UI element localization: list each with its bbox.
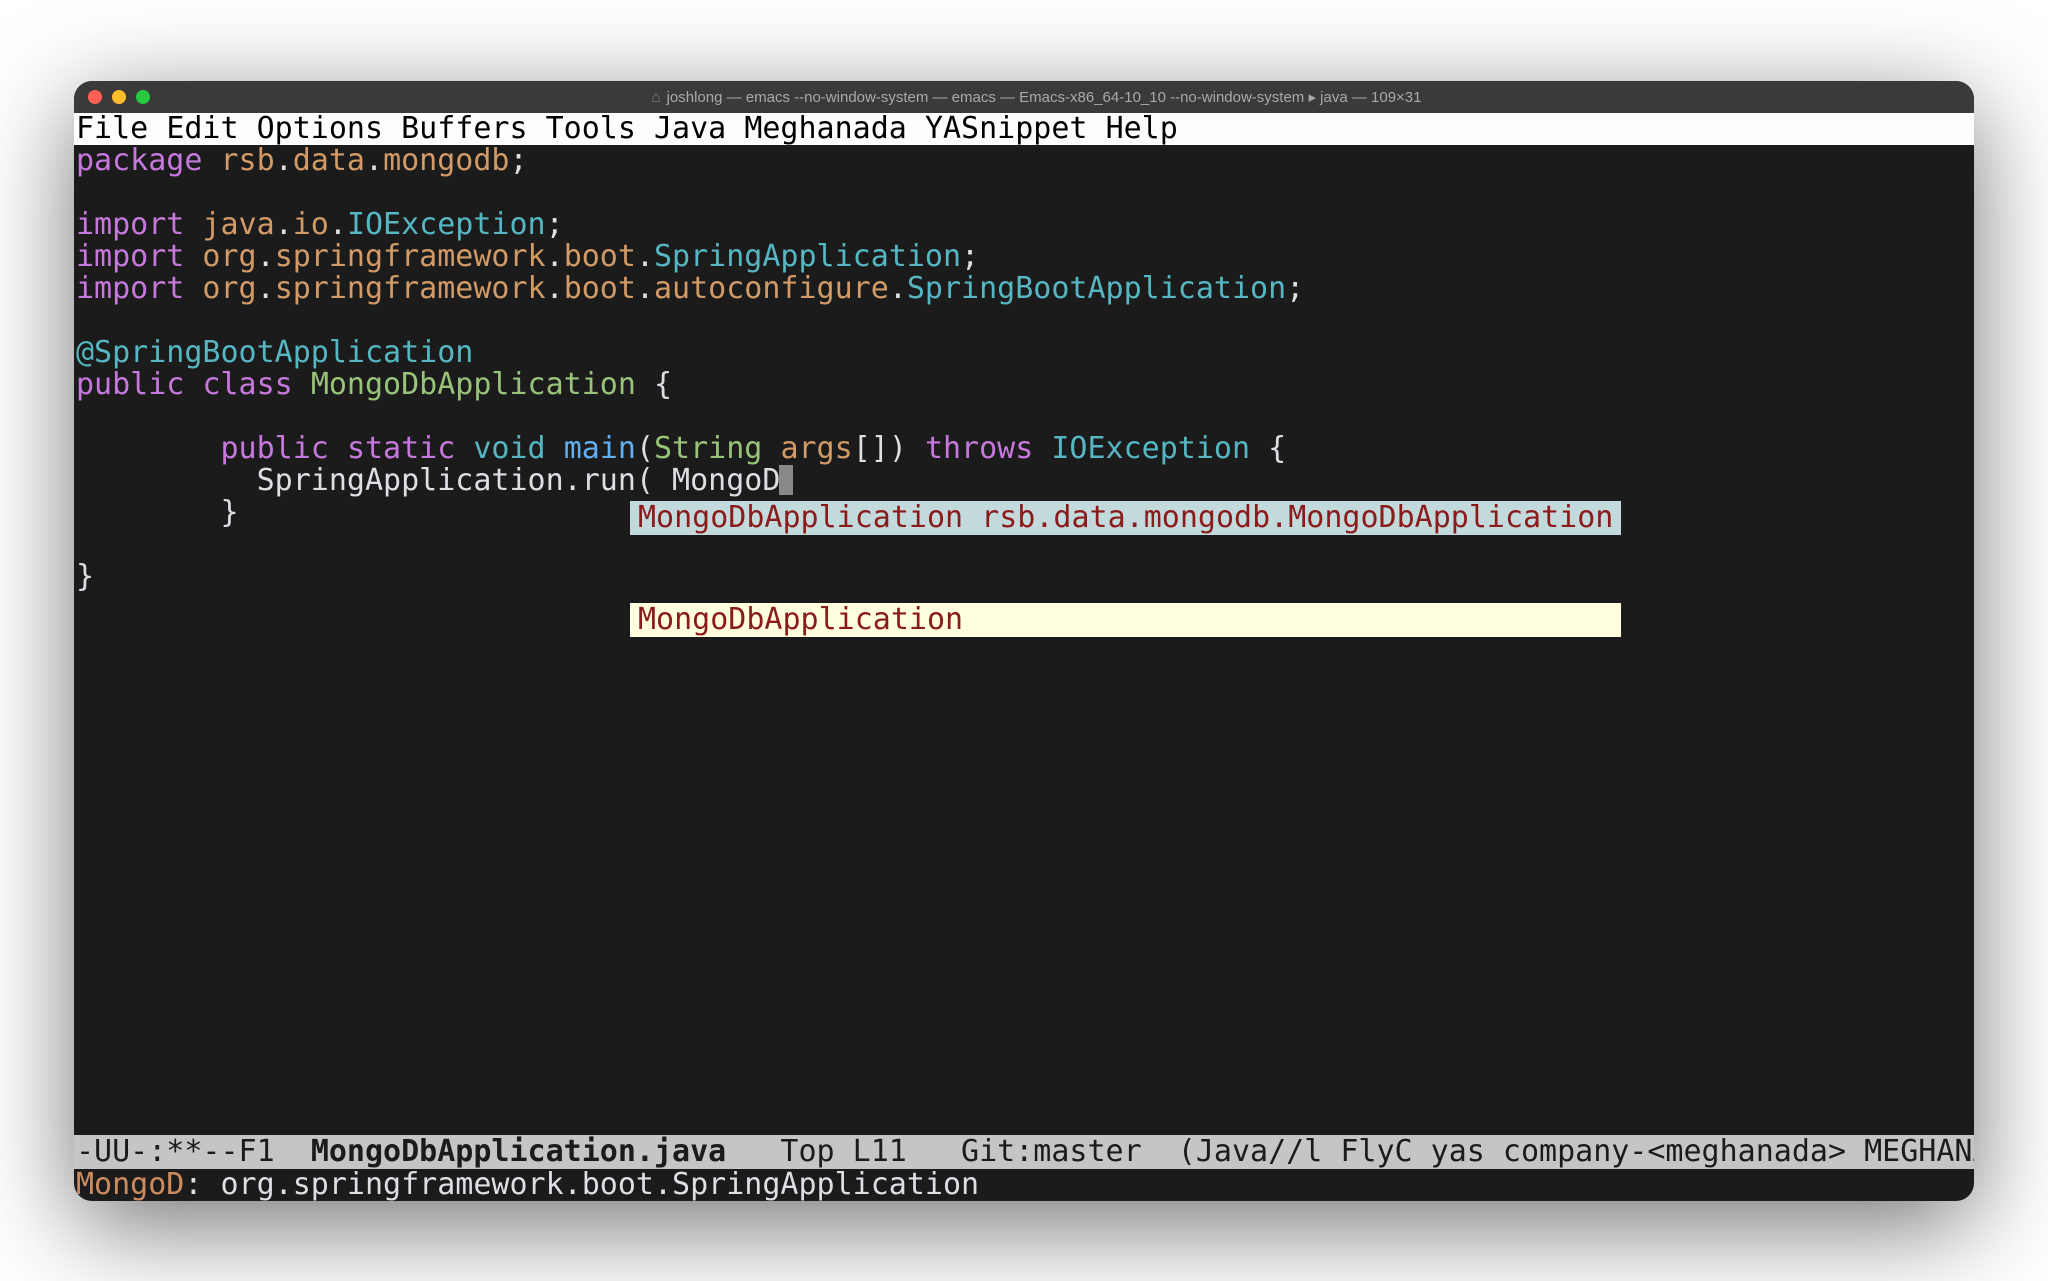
i3-boot: boot	[564, 271, 636, 306]
obrace: {	[636, 367, 672, 402]
i2-spring: springframework	[275, 239, 546, 274]
kw-public: public	[221, 431, 329, 466]
terminal-window: ⌂ joshlong — emacs --no-window-system — e…	[74, 81, 1974, 1201]
minibuffer-sep: :	[184, 1167, 220, 1201]
indent	[76, 431, 221, 466]
i1-java: java	[184, 207, 274, 242]
mode-line: -UU-:**--F1 MongoDbApplication.java Top …	[74, 1135, 1974, 1169]
modeline-rest: Top L11 Git:master (Java//l FlyC yas com…	[726, 1134, 1974, 1169]
code-buffer[interactable]: package rsb.data.mongodb; import java.io…	[74, 145, 1974, 721]
i2-springapp: SpringApplication	[654, 239, 961, 274]
completion-item-selected[interactable]: MongoDbApplication rsb.data.mongodb.Mong…	[630, 501, 1621, 535]
pkg-data: data	[293, 143, 365, 178]
kw-public: public	[76, 367, 184, 402]
i1-io: io	[293, 207, 329, 242]
i3-sba: SpringBootApplication	[907, 271, 1286, 306]
semi: ;	[1286, 271, 1304, 306]
kw-package: package	[76, 143, 202, 178]
dot: .	[889, 271, 907, 306]
completion-popup: MongoDbApplication rsb.data.mongodb.Mong…	[630, 433, 1621, 705]
menu-options[interactable]: Options	[257, 111, 383, 146]
i3-autoconf: autoconfigure	[654, 271, 889, 306]
minibuffer[interactable]: MongoD: org.springframework.boot.SpringA…	[74, 1169, 1974, 1201]
kw-import: import	[76, 239, 184, 274]
minibuffer-value: org.springframework.boot.SpringApplicati…	[221, 1167, 980, 1201]
kw-class: class	[202, 367, 292, 402]
dot: .	[636, 239, 654, 274]
menu-edit[interactable]: Edit	[166, 111, 238, 146]
menu-file[interactable]: File	[76, 111, 148, 146]
i3-org: org	[184, 271, 256, 306]
close-icon[interactable]	[88, 90, 102, 104]
class-name: MongoDbApplication	[311, 367, 636, 402]
i2-boot: boot	[564, 239, 636, 274]
window-title: ⌂ joshlong — emacs --no-window-system — e…	[627, 81, 1422, 123]
cbrace-outer: }	[76, 559, 94, 594]
cbrace-inner: }	[221, 495, 239, 530]
dot: .	[257, 271, 275, 306]
shadow-wrap: { "titlebar": { "home_glyph": "⌂", "text…	[74, 81, 1974, 1201]
menu-buffers[interactable]: Buffers	[401, 111, 527, 146]
i1-ioexception: IOException	[347, 207, 546, 242]
dot: .	[564, 463, 582, 498]
pkg-rsb: rsb	[202, 143, 274, 178]
i2-org: org	[184, 239, 256, 274]
completion-item[interactable]: MongoDbApplication	[630, 603, 1621, 637]
indent	[76, 463, 257, 498]
kw-void: void	[473, 431, 545, 466]
dot: .	[275, 143, 293, 178]
semi: ;	[510, 143, 528, 178]
window-title-text: joshlong — emacs --no-window-system — em…	[667, 89, 1422, 106]
semi: ;	[961, 239, 979, 274]
minimize-icon[interactable]	[112, 90, 126, 104]
dot: .	[546, 271, 564, 306]
i3-spring: springframework	[275, 271, 546, 306]
call-run: run	[582, 463, 636, 498]
annotation: @SpringBootApplication	[76, 335, 473, 370]
modeline-left: -UU-:**--F1	[76, 1134, 311, 1169]
zoom-icon[interactable]	[136, 90, 150, 104]
kw-import: import	[76, 271, 184, 306]
call-obj: SpringApplication	[257, 463, 564, 498]
minibuffer-key: MongoD	[76, 1167, 184, 1201]
titlebar[interactable]: ⌂ joshlong — emacs --no-window-system — e…	[74, 81, 1974, 113]
dot: .	[275, 207, 293, 242]
pkg-mongodb: mongodb	[383, 143, 509, 178]
stage: { "titlebar": { "home_glyph": "⌂", "text…	[0, 0, 2048, 1281]
modeline-filename: MongoDbApplication.java	[311, 1134, 726, 1169]
dot: .	[365, 143, 383, 178]
menu-tools[interactable]: Tools	[546, 111, 636, 146]
semi: ;	[546, 207, 564, 242]
dot: .	[257, 239, 275, 274]
kw-import: import	[76, 207, 184, 242]
kw-static: static	[347, 431, 455, 466]
dot: .	[329, 207, 347, 242]
dot: .	[636, 271, 654, 306]
home-icon: ⌂	[652, 89, 661, 106]
dot: .	[546, 239, 564, 274]
indent	[76, 495, 221, 530]
traffic-lights	[88, 90, 150, 104]
fn-main: main	[564, 431, 636, 466]
